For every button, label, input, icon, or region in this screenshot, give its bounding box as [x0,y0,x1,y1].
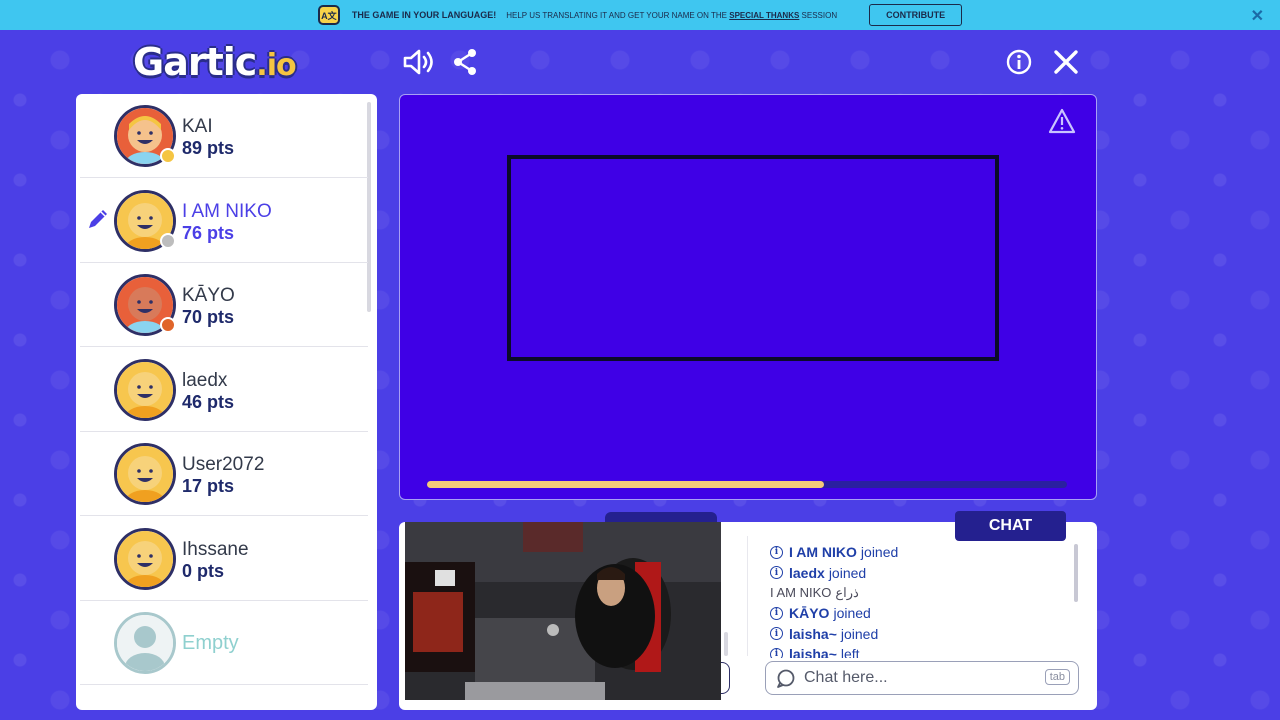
info-icon: i [770,627,783,641]
player-name: Empty [182,632,239,654]
player-points: 17 pts [182,476,235,496]
player-name: Ihssane [182,538,249,560]
info-icon: i [770,606,783,620]
report-warning-icon[interactable] [1048,108,1076,134]
info-icon: i [770,566,783,580]
avatar [114,358,176,421]
tab-key-hint: tab [1044,669,1070,685]
chat-system-message: i I AM NIKO joined [770,542,1070,562]
banner-message-prefix: HELP US TRANSLATING IT AND GET YOUR NAME… [506,10,730,20]
translate-icon: A文 [317,5,340,25]
player-slot-empty[interactable]: Empty [80,601,368,685]
chat-text: joined [828,564,867,581]
panel-divider [747,536,748,656]
player-row[interactable]: I AM NIKO 76 pts [80,179,368,263]
info-icon[interactable] [1006,49,1032,75]
banner-message-suffix: SESSION [799,10,838,20]
player-name: KĀYO [182,285,235,306]
share-icon[interactable] [452,48,478,76]
chat-system-message: i laedx joined [770,562,1070,582]
player-name: User2072 [182,454,265,475]
banner-title: THE GAME IN YOUR LANGUAGE! [351,10,497,20]
drawing-board[interactable] [399,94,1097,500]
player-name: laedx [182,369,228,391]
tab-chat[interactable]: CHAT [955,511,1066,541]
translation-banner: A文 THE GAME IN YOUR LANGUAGE! HELP US TR… [0,0,1280,30]
info-icon: i [770,647,783,658]
player-row[interactable]: KĀYO 70 pts [80,263,368,347]
chat-system-message: i laisha~ left [770,644,1070,658]
chat-messages: iI AM NIKO joined i laedx joined I AM NIKO ذرا… [770,542,1070,658]
banner-message: HELP US TRANSLATING IT AND GET YOUR NAME… [506,11,837,20]
contribute-button[interactable]: CONTRIBUTE [869,4,963,26]
banner-close-icon[interactable]: ✕ [1251,6,1264,26]
avatar [114,443,176,505]
chat-system-message: i laisha~ joined [770,624,1070,644]
chat-author: I AM NIKO [770,585,832,601]
chat-author: laisha~ [789,625,837,642]
player-row[interactable]: Ihssane 0 pts [80,517,368,601]
player-name: KAI [182,116,213,137]
player-points: 89 pts [182,138,235,158]
chat-text: joined [840,625,879,642]
webcam-overlay [405,522,721,700]
player-list: KAI 89 pts I AM NIKO 76 pts KĀYO 70 pts laedx 4… [76,94,377,710]
chat-bubble-icon [777,669,795,688]
player-points: 0 pts [182,560,225,581]
player-points: 70 pts [182,307,235,327]
chat-author: KĀYO [789,605,830,622]
round-timer-fill [427,481,824,488]
player-row[interactable]: KAI 89 pts [80,94,368,178]
chat-author: laisha~ [789,646,837,658]
chat-text: ذراع [835,584,859,600]
logo-tld: .io [256,48,296,83]
pencil-icon [89,209,107,228]
close-icon[interactable] [1052,48,1080,76]
status-dot [160,232,176,249]
player-row[interactable]: laedx 46 pts [80,348,368,432]
webcam-image [405,522,721,700]
empty-avatar [114,612,176,674]
chat-author: laedx [789,564,825,581]
chat-author: I AM NIKO [789,544,857,561]
info-icon: i [770,545,783,559]
player-name: I AM NIKO [182,200,272,222]
chat-text: left [840,646,860,658]
sound-icon[interactable] [402,48,436,76]
chat-text: joined [833,605,871,622]
player-row[interactable]: User2072 17 pts [80,432,368,516]
chat-system-message: i KĀYO joined [770,603,1070,623]
avatar [114,527,176,590]
player-points: 46 pts [182,391,235,412]
chat-message: I AM NIKO ذراع [770,583,1070,603]
chat-input-box[interactable]: tab [765,661,1079,695]
chat-scrollbar[interactable] [1074,544,1078,602]
logo-main: Gartic [133,40,257,84]
round-timer-bar [427,481,1067,488]
chat-text: joined [860,544,899,561]
drawn-rectangle [507,155,999,361]
special-thanks-link[interactable]: SPECIAL THANKS [729,11,799,20]
status-dot [160,317,176,333]
player-points: 76 pts [182,222,235,243]
status-dot [160,148,176,164]
answers-scrollbar[interactable] [724,632,728,656]
bottom-panel: iI AM NIKO joined i laedx joined I AM NIKO ذرا… [399,522,1097,710]
gartic-logo: Gartic.io [133,40,323,84]
chat-input[interactable] [804,669,1034,687]
